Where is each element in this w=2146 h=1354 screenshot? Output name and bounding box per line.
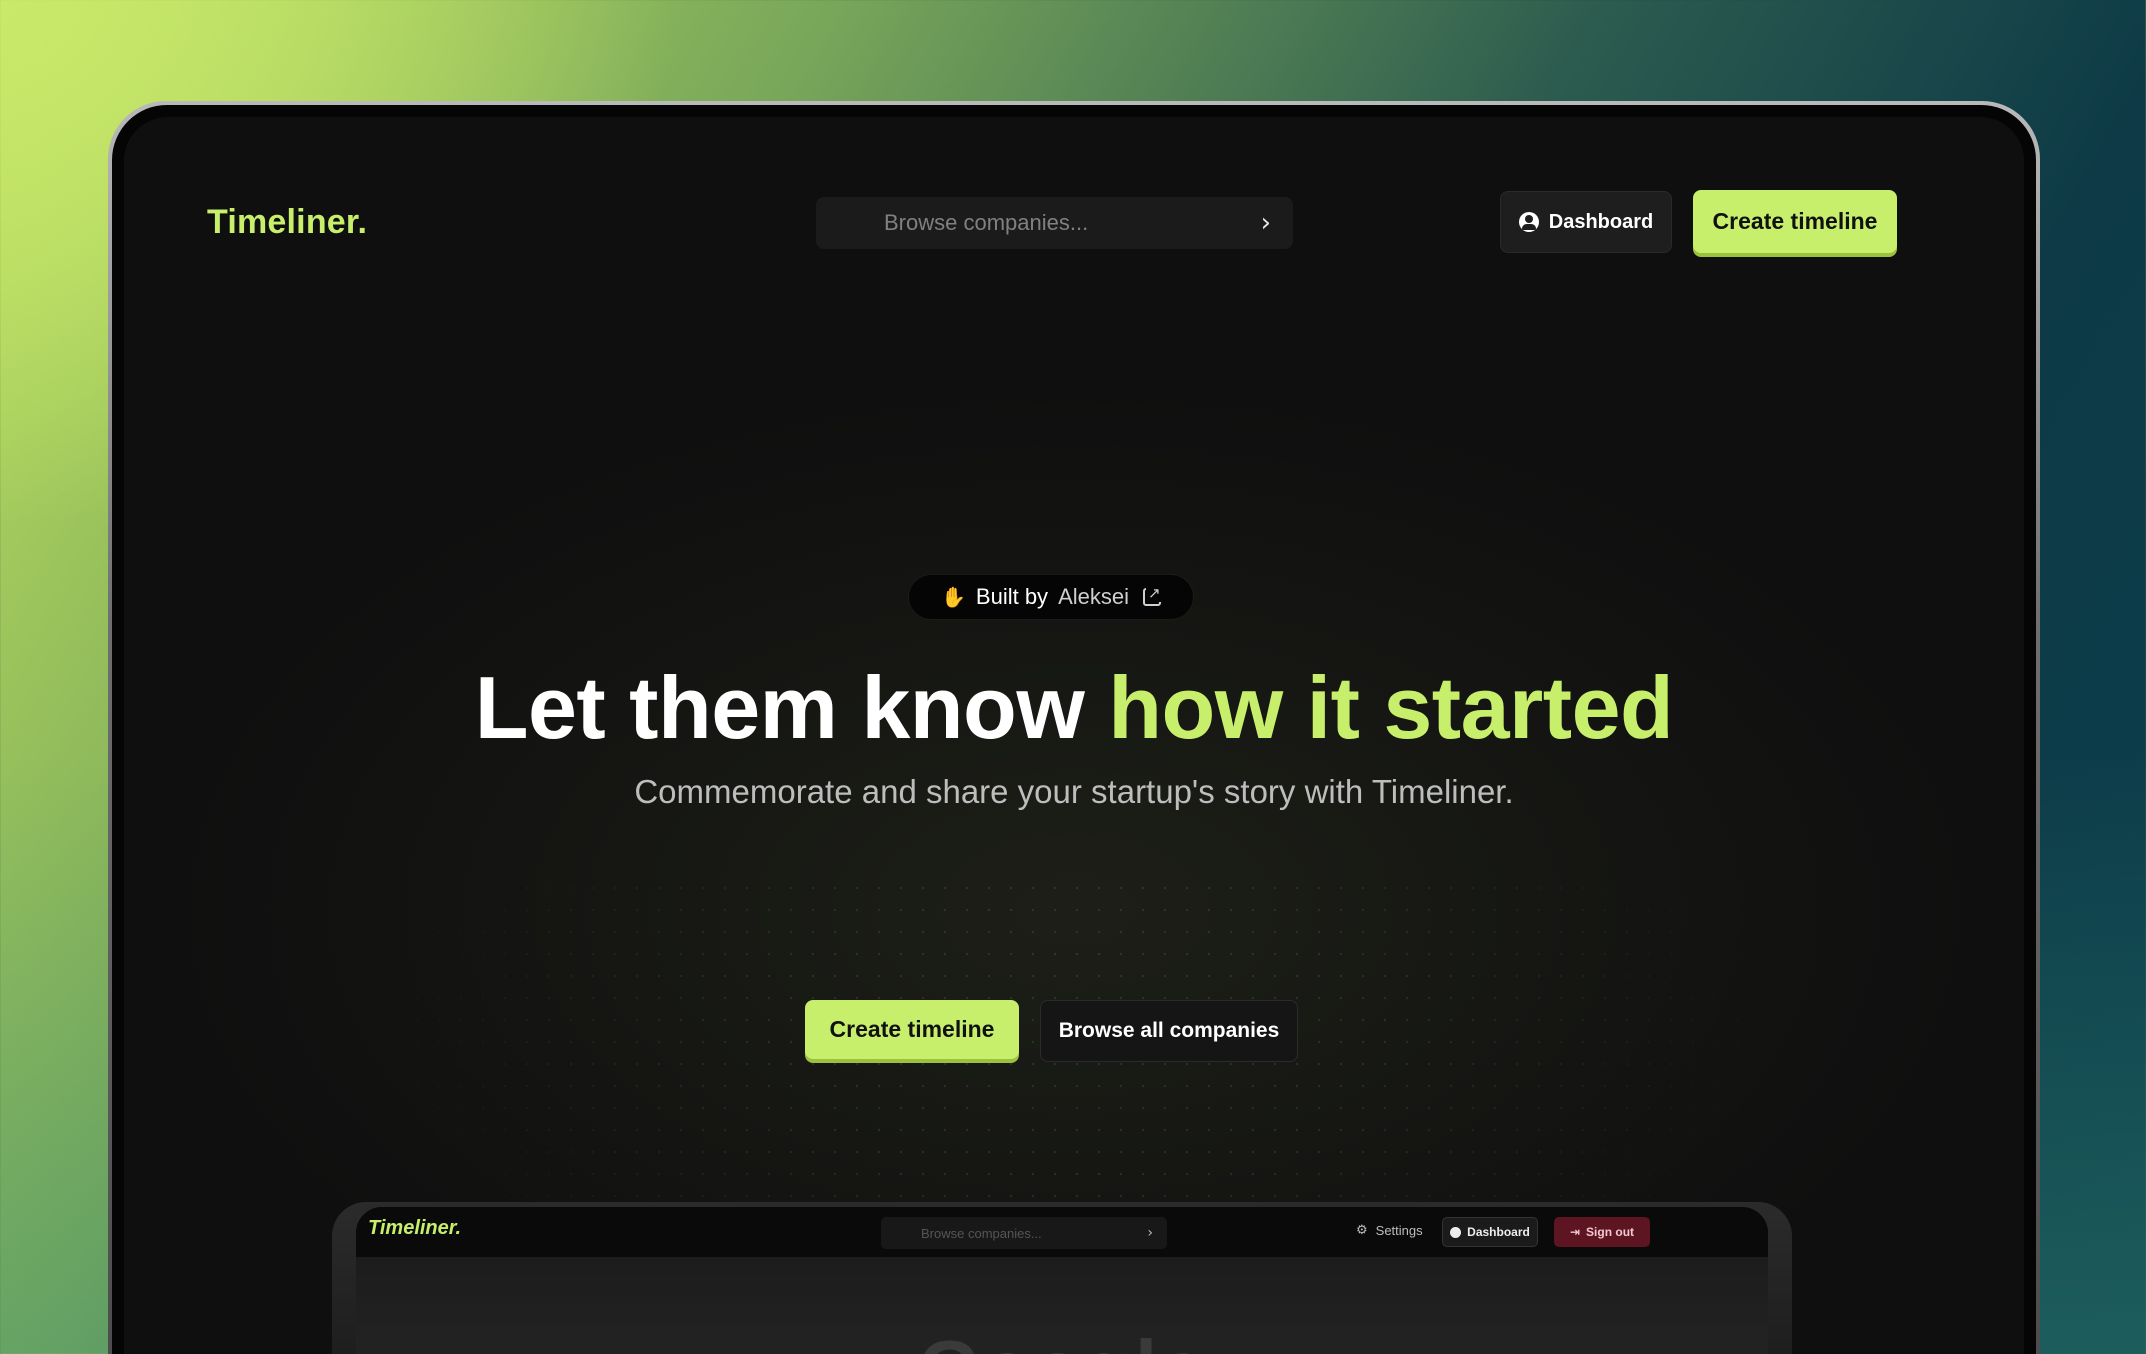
create-timeline-label: Create timeline: [1712, 208, 1878, 234]
preview-laptop: Timeliner. Browse companies... › ⚙ Setti…: [332, 1202, 1792, 1354]
laptop-bezel: Timeliner. › Dashboard Create timeline ✋…: [112, 105, 2036, 1354]
preview-user-circle-icon: [1450, 1226, 1462, 1238]
create-timeline-button[interactable]: Create timeline: [1693, 190, 1897, 253]
preview-dashboard-button: Dashboard: [1442, 1217, 1538, 1247]
waving-hand-icon: ✋: [941, 585, 966, 609]
browse-all-companies-button[interactable]: Browse all companies: [1040, 1000, 1298, 1062]
preview-search-placeholder: Browse companies...: [921, 1225, 1042, 1241]
screen: Timeliner. › Dashboard Create timeline ✋…: [124, 117, 2024, 1354]
preview-settings-link: ⚙ Settings: [1356, 1223, 1423, 1238]
dashboard-button[interactable]: Dashboard: [1500, 191, 1672, 253]
preview-navbar: Timeliner. Browse companies... › ⚙ Setti…: [356, 1207, 1768, 1257]
preview-company-title: Google: [356, 1323, 1768, 1354]
badge-prefix: Built by: [975, 584, 1049, 609]
logo[interactable]: Timeliner.: [207, 203, 367, 242]
hero-subheading: Commemorate and share your startup's sto…: [634, 773, 1514, 810]
built-by-badge[interactable]: ✋ Built by Aleksei: [908, 574, 1194, 620]
search-input[interactable]: [884, 210, 1224, 236]
gear-icon: ⚙: [1356, 1223, 1368, 1238]
laptop-frame: Timeliner. › Dashboard Create timeline ✋…: [108, 101, 2040, 1354]
headline-main: Let them know: [474, 658, 1085, 757]
preview-dashboard-label: Dashboard: [1467, 1225, 1530, 1239]
sign-out-icon: ⇥: [1569, 1225, 1581, 1239]
browse-all-label: Browse all companies: [1058, 1019, 1280, 1042]
chevron-right-icon[interactable]: ›: [1261, 210, 1271, 236]
hero-create-label: Create timeline: [829, 1016, 995, 1042]
user-circle-icon: [1518, 212, 1539, 232]
hero-headline: Let them know how it started: [124, 657, 2024, 759]
preview-chevron-right-icon: ›: [1147, 1225, 1153, 1241]
badge-author: Aleksei: [1058, 584, 1129, 609]
preview-sign-out-button: ⇥ Sign out: [1554, 1217, 1650, 1247]
preview-screen: Timeliner. Browse companies... › ⚙ Setti…: [356, 1207, 1768, 1354]
preview-settings-label: Settings: [1375, 1223, 1423, 1238]
search-bar[interactable]: ›: [816, 197, 1293, 249]
preview-signout-label: Sign out: [1586, 1225, 1635, 1239]
navbar: Timeliner. › Dashboard Create timeline: [124, 117, 2024, 287]
preview-search-bar: Browse companies... ›: [881, 1217, 1167, 1249]
dashboard-label: Dashboard: [1548, 210, 1654, 233]
preview-body: Google: [356, 1257, 1768, 1354]
hero-create-timeline-button[interactable]: Create timeline: [805, 1000, 1019, 1059]
headline-accent: how it started: [1108, 658, 1674, 757]
external-link-icon: [1142, 584, 1161, 606]
preview-logo: Timeliner.: [368, 1217, 462, 1239]
